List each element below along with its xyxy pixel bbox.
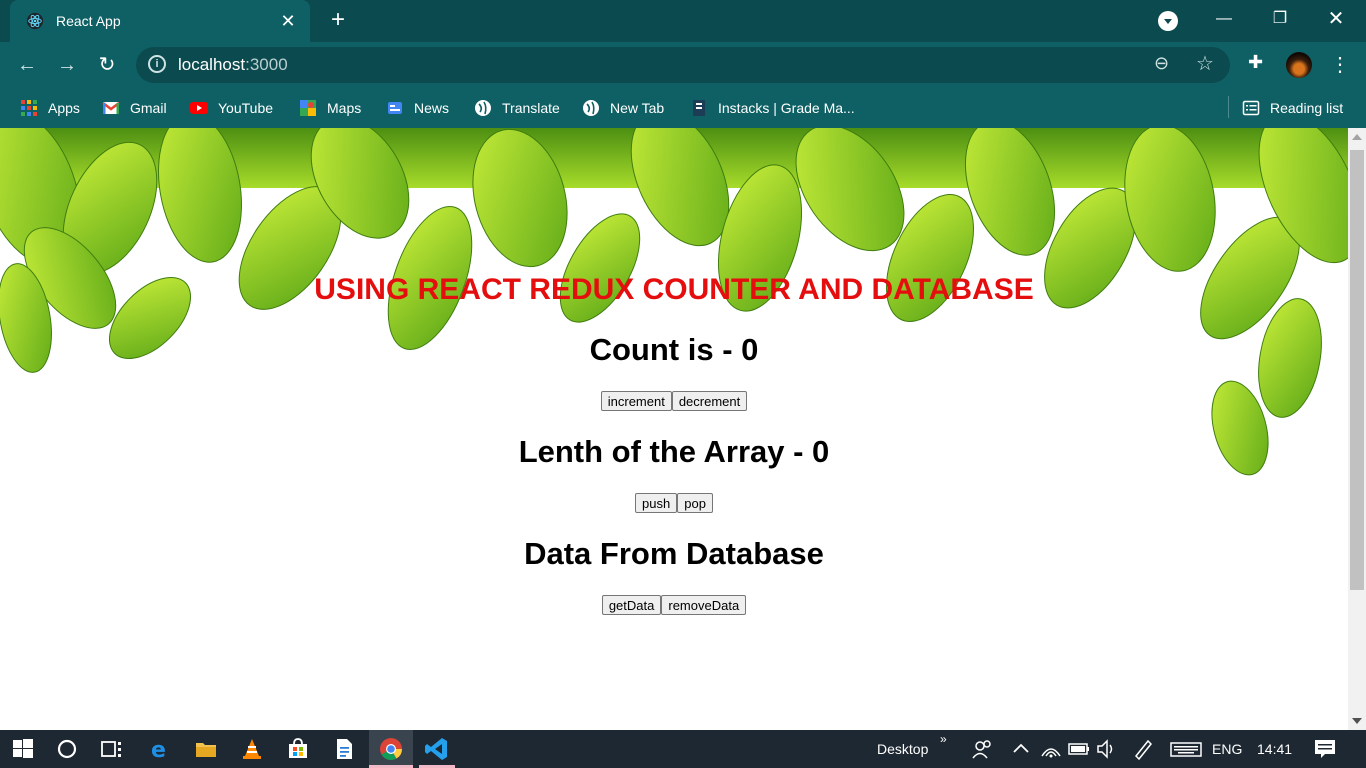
chevron-up-icon[interactable] xyxy=(1008,736,1034,762)
site-info-icon[interactable]: i xyxy=(148,55,166,73)
windows-taskbar: e Desktop » ENG 14:41 xyxy=(0,730,1366,768)
count-heading: Count is - 0 xyxy=(589,332,759,367)
bookmark-apps[interactable]: Apps xyxy=(20,98,80,118)
edge-icon[interactable]: e xyxy=(147,736,173,762)
scrollbar-thumb[interactable] xyxy=(1350,150,1364,590)
bookmark-label: News xyxy=(414,100,450,116)
decrement-button[interactable]: decrement xyxy=(671,391,748,411)
touch-keyboard-icon[interactable] xyxy=(1170,736,1202,762)
globe-icon xyxy=(475,100,491,116)
forward-button[interactable]: → xyxy=(52,50,82,80)
restore-button[interactable]: ❐ xyxy=(1252,0,1308,42)
page-title: USING REACT REDUX COUNTER AND DATABASE xyxy=(314,273,1034,306)
page-viewport: USING REACT REDUX COUNTER AND DATABASE C… xyxy=(0,128,1348,730)
instacks-icon xyxy=(693,100,705,116)
array-button-row: push pop xyxy=(0,493,1348,513)
extensions-puzzle-icon[interactable]: ✚ xyxy=(1248,52,1263,73)
store-icon[interactable] xyxy=(285,736,311,762)
pen-workspace-icon[interactable] xyxy=(1130,736,1156,762)
vscode-icon[interactable] xyxy=(424,736,450,762)
vlc-icon[interactable] xyxy=(239,736,265,762)
reading-list-icon xyxy=(1242,100,1260,116)
bookmark-new-tab[interactable]: New Tab xyxy=(582,98,664,118)
increment-button[interactable]: increment xyxy=(600,391,672,411)
svg-text:e: e xyxy=(151,738,166,762)
profile-avatar[interactable] xyxy=(1286,52,1312,78)
back-button[interactable]: ← xyxy=(12,50,42,80)
browser-toolbar: ← → ↻ i localhost:3000 ⊖ ☆ xyxy=(0,42,1366,88)
tab-close-icon[interactable]: ✕ xyxy=(278,11,298,32)
globe-icon xyxy=(583,100,599,116)
database-heading: Data From Database xyxy=(524,536,824,571)
minimize-button[interactable]: — xyxy=(1196,0,1252,42)
url-text[interactable]: localhost:3000 xyxy=(178,55,288,75)
language-indicator[interactable]: ENG xyxy=(1212,741,1242,757)
windows-start-icon[interactable] xyxy=(10,736,36,762)
desktop-toolbar-label[interactable]: Desktop xyxy=(877,741,928,757)
browser-titlebar: React App ✕ + — ❐ ✕ xyxy=(0,0,1366,42)
clock-time[interactable]: 14:41 xyxy=(1257,741,1292,757)
url-host: localhost xyxy=(178,55,246,74)
bookmark-translate[interactable]: Translate xyxy=(474,98,560,118)
reading-list-button[interactable]: Reading list xyxy=(1242,98,1343,118)
bookmark-label: New Tab xyxy=(610,100,665,116)
database-button-row: getData removeData xyxy=(0,595,1348,615)
bookmark-label: Instacks | Grade Ma... xyxy=(718,100,855,116)
bookmark-star-icon[interactable]: ☆ xyxy=(1196,51,1214,76)
window-close-button[interactable]: ✕ xyxy=(1308,0,1364,42)
chrome-icon[interactable] xyxy=(378,736,404,762)
address-bar[interactable]: i localhost:3000 ⊖ ☆ xyxy=(136,47,1230,83)
bookmarks-bar: Apps Gmail YouTube Maps News Translate N… xyxy=(0,88,1366,128)
volume-icon[interactable] xyxy=(1094,736,1120,762)
react-icon xyxy=(26,12,44,30)
action-center-icon[interactable] xyxy=(1312,736,1338,762)
maps-icon xyxy=(300,100,316,116)
gmail-icon xyxy=(102,102,120,114)
scroll-up-arrow-icon[interactable] xyxy=(1352,134,1362,140)
bookmark-label: Translate xyxy=(502,100,560,116)
wifi-icon[interactable] xyxy=(1038,736,1064,762)
browser-tab[interactable]: React App ✕ xyxy=(10,0,310,42)
new-tab-button[interactable]: + xyxy=(326,8,350,32)
bookmarks-divider xyxy=(1228,96,1229,118)
apps-grid-icon xyxy=(21,100,37,116)
get-data-button[interactable]: getData xyxy=(601,595,662,615)
page-scrollbar[interactable] xyxy=(1348,128,1366,730)
bookmark-gmail[interactable]: Gmail xyxy=(102,98,167,118)
tab-search-button[interactable] xyxy=(1158,11,1178,31)
bookmark-label: YouTube xyxy=(218,100,274,116)
task-view-icon[interactable] xyxy=(99,736,125,762)
bookmark-label: Gmail xyxy=(130,100,167,116)
push-button[interactable]: push xyxy=(635,493,678,513)
news-icon xyxy=(388,102,402,114)
chevron-double-right-icon[interactable]: » xyxy=(940,732,947,746)
bookmark-youtube[interactable]: YouTube xyxy=(190,98,273,118)
url-port: :3000 xyxy=(245,55,288,74)
reading-list-label: Reading list xyxy=(1270,100,1344,116)
bookmark-news[interactable]: News xyxy=(386,98,449,118)
count-button-row: increment decrement xyxy=(0,391,1348,411)
bookmark-label: Apps xyxy=(48,100,80,116)
remove-data-button[interactable]: removeData xyxy=(661,595,747,615)
bookmark-instacks[interactable]: Instacks | Grade Ma... xyxy=(690,98,855,118)
battery-icon[interactable] xyxy=(1066,736,1092,762)
reload-button[interactable]: ↻ xyxy=(92,50,122,80)
pop-button[interactable]: pop xyxy=(677,493,713,513)
file-explorer-icon[interactable] xyxy=(193,736,219,762)
zoom-icon[interactable]: ⊖ xyxy=(1154,53,1169,74)
browser-menu-icon[interactable]: ⋮ xyxy=(1330,52,1350,77)
chevron-down-icon xyxy=(1164,19,1172,24)
search-circle-icon[interactable] xyxy=(54,736,80,762)
tab-title: React App xyxy=(56,13,121,29)
youtube-icon xyxy=(190,102,208,114)
people-icon[interactable] xyxy=(970,736,996,762)
document-icon[interactable] xyxy=(331,736,357,762)
bookmark-maps[interactable]: Maps xyxy=(299,98,361,118)
scroll-down-arrow-icon[interactable] xyxy=(1352,718,1362,724)
bookmark-label: Maps xyxy=(327,100,362,116)
array-heading: Lenth of the Array - 0 xyxy=(518,434,830,469)
